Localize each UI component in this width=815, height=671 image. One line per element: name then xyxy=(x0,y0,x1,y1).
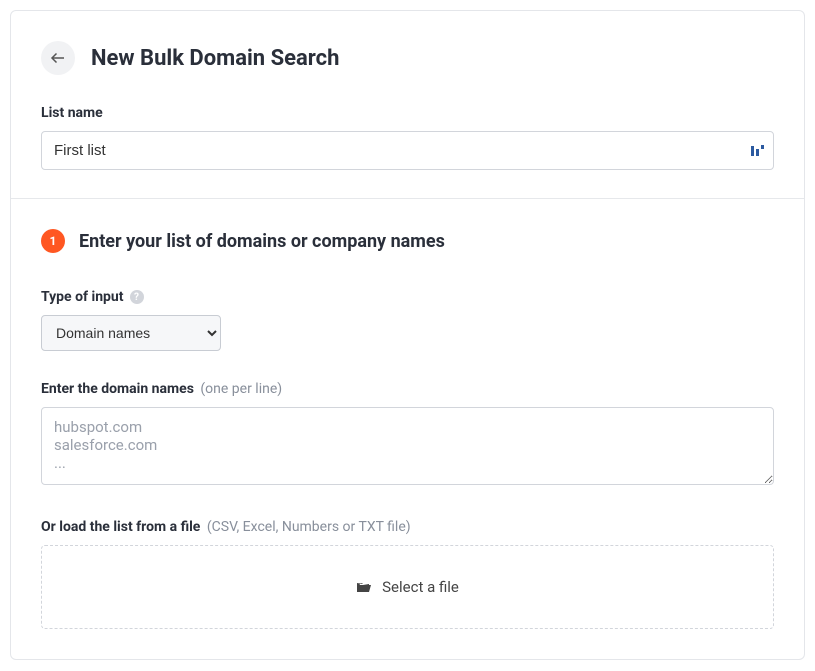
step-header: 1 Enter your list of domains or company … xyxy=(41,229,774,253)
header-section: New Bulk Domain Search List name xyxy=(11,11,804,198)
input-type-label-row: Type of input ? xyxy=(41,289,774,305)
domains-label: Enter the domain names (one per line) xyxy=(41,381,774,397)
main-card: New Bulk Domain Search List name 1 Enter… xyxy=(10,10,805,660)
step-title: Enter your list of domains or company na… xyxy=(79,231,445,252)
file-load-label: Or load the list from a file (CSV, Excel… xyxy=(41,519,774,535)
title-row: New Bulk Domain Search xyxy=(41,41,774,75)
body-section: 1 Enter your list of domains or company … xyxy=(11,199,804,659)
file-load-group: Or load the list from a file (CSV, Excel… xyxy=(41,519,774,629)
arrow-left-icon xyxy=(49,49,67,67)
help-icon[interactable]: ? xyxy=(130,290,144,304)
domains-label-text: Enter the domain names xyxy=(41,381,194,397)
file-drop-zone[interactable]: Select a file xyxy=(41,545,774,629)
input-type-label: Type of input xyxy=(41,289,124,305)
list-name-input-wrapper xyxy=(41,131,774,170)
domains-textarea[interactable] xyxy=(41,407,774,485)
file-drop-text: Select a file xyxy=(382,578,459,596)
domains-hint: (one per line) xyxy=(200,381,282,397)
file-load-hint: (CSV, Excel, Numbers or TXT file) xyxy=(207,519,411,535)
input-type-group: Type of input ? Domain names xyxy=(41,289,774,351)
password-manager-icon xyxy=(750,144,764,158)
back-button[interactable] xyxy=(41,41,75,75)
list-name-label: List name xyxy=(41,105,774,121)
list-name-input[interactable] xyxy=(41,131,774,170)
step-number-badge: 1 xyxy=(41,229,65,253)
folder-open-icon xyxy=(356,580,372,594)
input-type-select[interactable]: Domain names xyxy=(41,315,221,351)
page-title: New Bulk Domain Search xyxy=(91,46,339,71)
file-load-label-text: Or load the list from a file xyxy=(41,519,200,535)
domains-group: Enter the domain names (one per line) xyxy=(41,381,774,489)
